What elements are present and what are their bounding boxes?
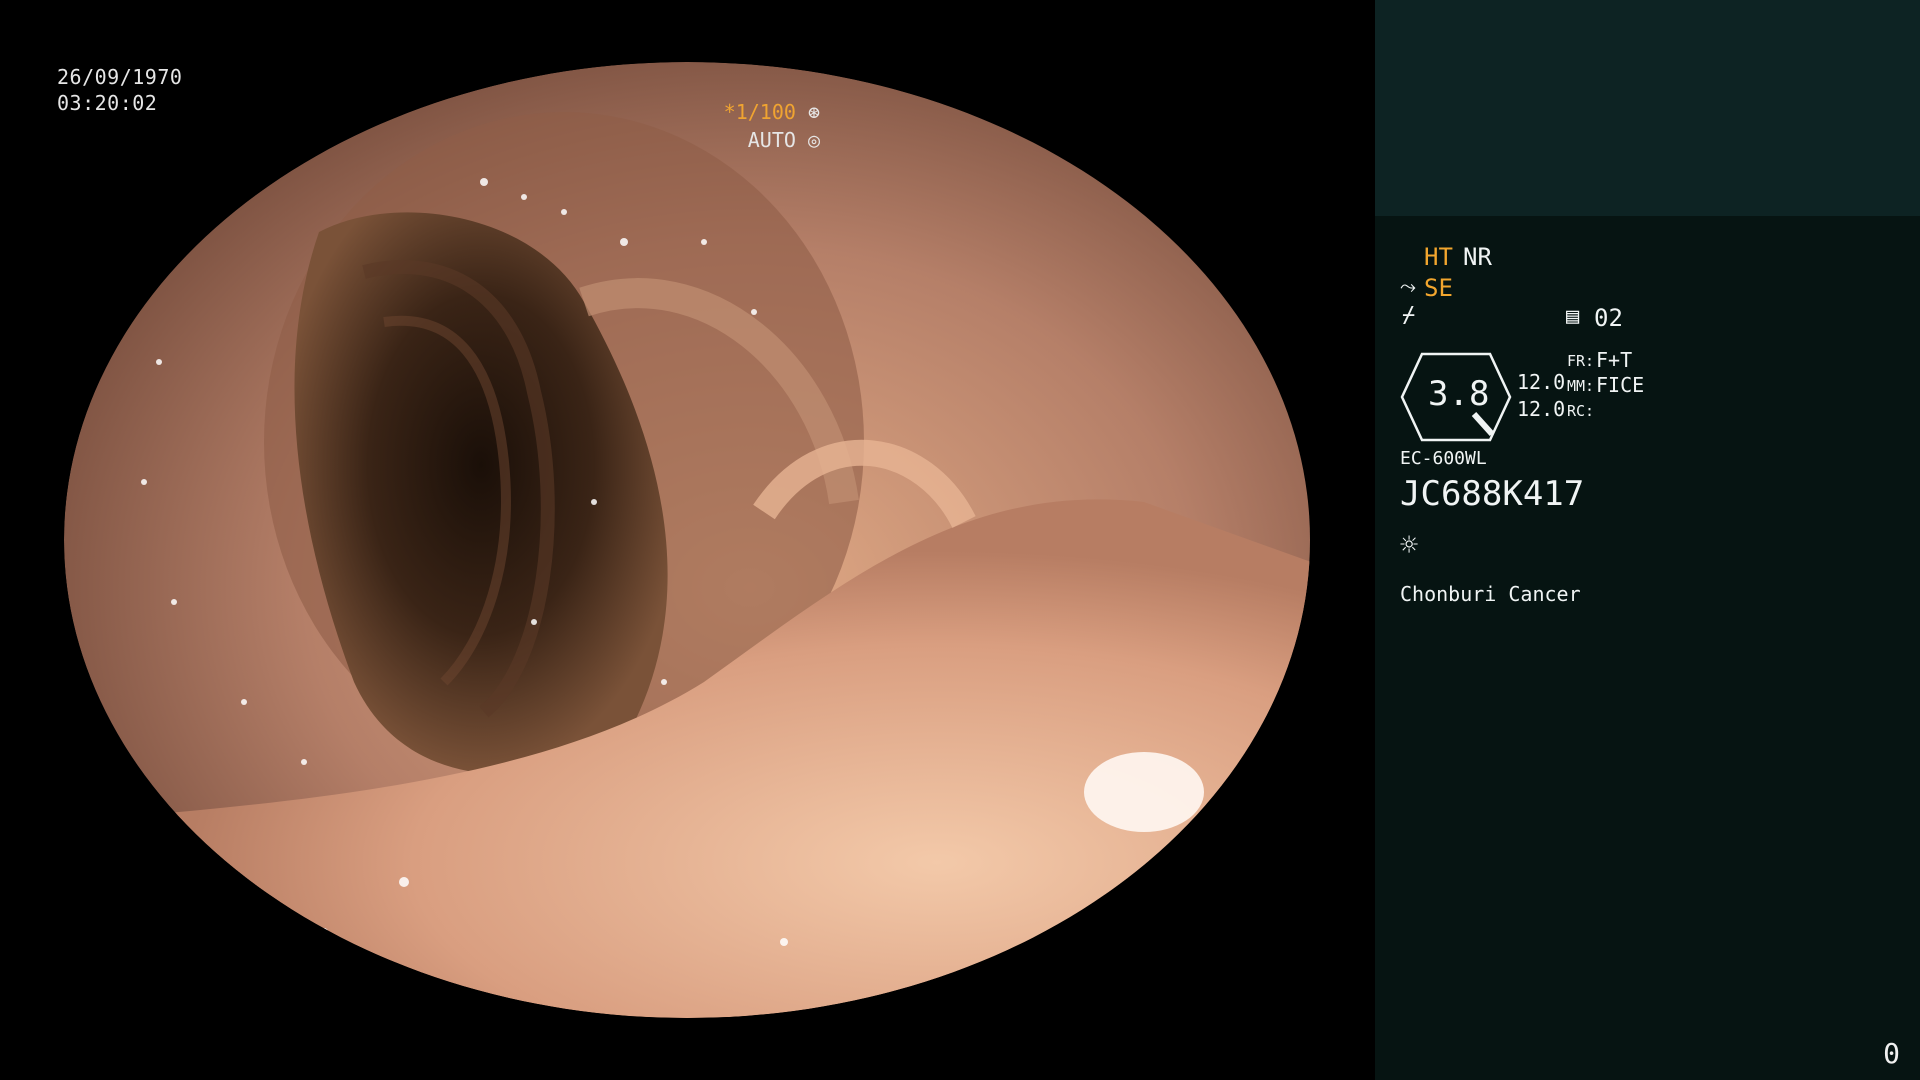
mm-value: FICE <box>1596 373 1645 397</box>
scope-icon: ⤳ <box>1400 274 1416 298</box>
gauge-top-value: 12.0 <box>1517 370 1566 394</box>
patient-id: JC688K417 <box>1400 474 1585 514</box>
footer-count: 0 <box>1883 1037 1900 1070</box>
side-panel-header <box>1375 0 1920 216</box>
time-label: 03:20:02 <box>57 91 158 115</box>
memory-value: 02 <box>1594 304 1623 332</box>
institution-name: Chonburi Cancer <box>1400 582 1581 606</box>
info-side-panel <box>1375 0 1920 1080</box>
mm-label: MM: <box>1567 377 1595 395</box>
fr-label: FR: <box>1567 352 1595 370</box>
flash-icon: ⌿ <box>1402 303 1416 328</box>
datetime-overlay: 26/09/1970 03:20:02 <box>57 64 182 116</box>
date-label: 26/09/1970 <box>57 65 183 89</box>
mode-ht: HT <box>1424 243 1453 271</box>
shutter-icon: ⊛ <box>807 100 820 124</box>
endoscopic-image <box>64 62 1311 1018</box>
shutter-speed-label: *1/100 <box>723 100 796 124</box>
endoscope-video-area: 26/09/1970 03:20:02 *1/100 ⊛ AUTO ◎ <box>0 0 1375 1080</box>
gauge-value: 3.8 <box>1428 374 1490 414</box>
memory-icon: ▤ <box>1566 304 1580 329</box>
scope-model: EC-600WL <box>1400 448 1487 469</box>
iris-mode-label: AUTO <box>747 128 796 152</box>
iris-icon: ◎ <box>807 128 820 152</box>
mode-nr: NR <box>1463 243 1492 271</box>
gauge-bottom-value: 12.0 <box>1517 397 1566 421</box>
light-icon: ☼ <box>1400 528 1419 563</box>
mode-se: SE <box>1424 274 1453 302</box>
iris-mode-row: AUTO ◎ <box>724 126 820 154</box>
shutter-speed-row: *1/100 ⊛ <box>724 98 820 126</box>
exposure-overlay: *1/100 ⊛ AUTO ◎ <box>724 98 820 154</box>
colon-lumen-image <box>64 62 1310 1018</box>
rc-label: RC: <box>1567 402 1595 420</box>
fr-value: F+T <box>1596 348 1633 372</box>
